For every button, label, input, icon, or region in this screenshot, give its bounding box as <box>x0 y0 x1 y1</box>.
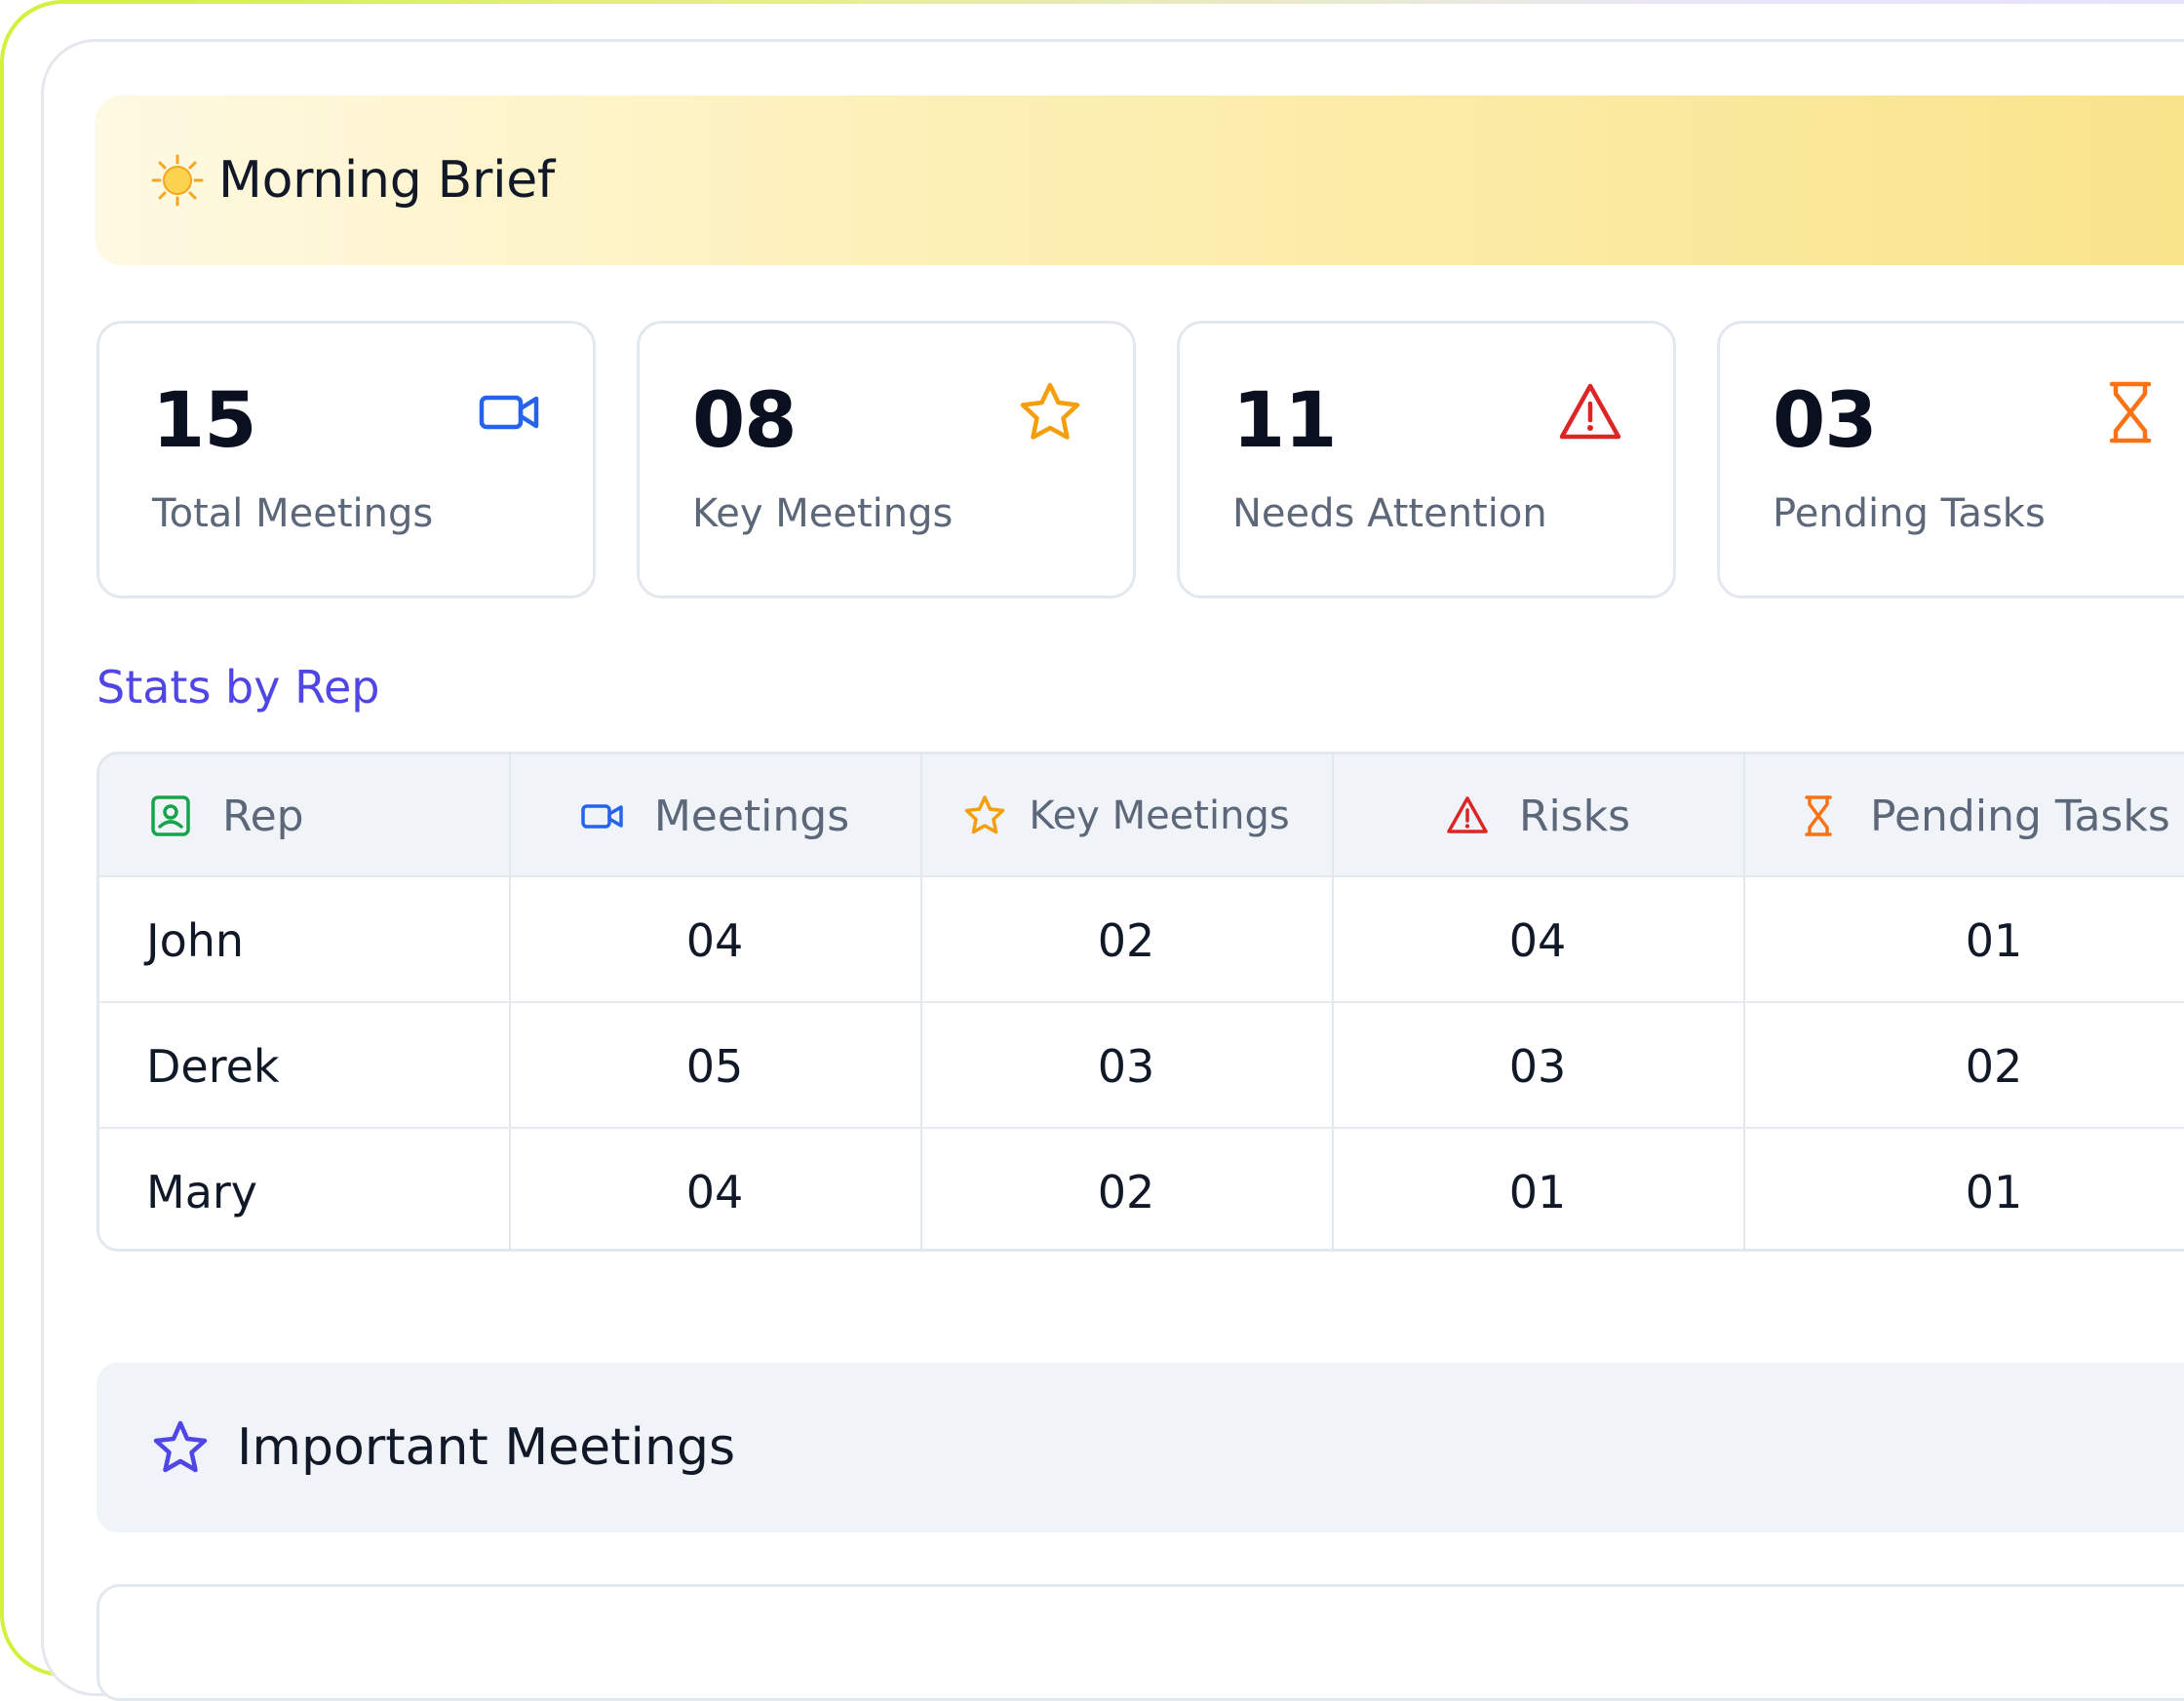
video-camera-icon <box>479 395 539 430</box>
pending-tasks-count: 02 <box>1965 1039 2023 1093</box>
stat-value: 11 <box>1232 377 1338 465</box>
risks-count: 03 <box>1508 1039 1567 1093</box>
key-meetings-count: 03 <box>1097 1039 1155 1093</box>
column-label: Meetings <box>653 791 850 841</box>
warning-triangle-icon <box>1447 796 1488 833</box>
stat-label: Pending Tasks <box>1773 491 2046 536</box>
stat-label: Key Meetings <box>692 491 954 536</box>
warning-triangle-icon <box>1559 383 1621 440</box>
meetings-count: 05 <box>685 1039 744 1093</box>
column-header-key-meetings[interactable]: Key Meetings <box>920 754 1332 877</box>
table-header: Rep Meetings Key Meetings Risks Pending … <box>99 754 2184 877</box>
contact-badge-icon <box>151 795 190 836</box>
rep-name: John <box>146 913 245 967</box>
pending-tasks-count: 01 <box>1965 913 2023 967</box>
meetings-count: 04 <box>685 1165 744 1218</box>
column-header-meetings[interactable]: Meetings <box>509 754 920 877</box>
risks-count: 01 <box>1508 1165 1567 1218</box>
key-meetings-count: 02 <box>1097 1165 1155 1218</box>
hourglass-icon <box>1805 795 1832 836</box>
stat-value: 08 <box>692 377 798 465</box>
sun-icon <box>151 154 204 207</box>
star-icon <box>153 1420 208 1473</box>
column-header-rep[interactable]: Rep <box>99 754 509 877</box>
stat-card-needs-attention[interactable]: 11 Needs Attention <box>1177 321 1676 599</box>
risks-count: 04 <box>1508 913 1567 967</box>
meetings-count: 04 <box>685 913 744 967</box>
important-meetings-header[interactable]: Important Meetings <box>97 1363 2184 1532</box>
stat-value: 03 <box>1773 377 1878 465</box>
star-icon <box>1020 382 1080 440</box>
stat-card-total-meetings[interactable]: 15 Total Meetings <box>97 321 596 599</box>
table-row[interactable]: Mary 04 02 01 01 <box>99 1129 2184 1249</box>
stat-card-key-meetings[interactable]: 08 Key Meetings <box>637 321 1136 599</box>
key-meetings-count: 02 <box>1097 913 1155 967</box>
video-camera-icon <box>581 804 623 829</box>
column-header-pending-tasks[interactable]: Pending Tasks <box>1743 754 2184 877</box>
hourglass-icon <box>2109 381 2152 444</box>
table-body: John 04 02 04 01 Derek 05 03 03 02 Mary … <box>99 877 2184 1249</box>
important-meetings-title: Important Meetings <box>237 1418 736 1477</box>
stats-table: Rep Meetings Key Meetings Risks Pending … <box>97 752 2184 1252</box>
column-label: Pending Tasks <box>1870 791 2170 841</box>
stats-by-rep-heading: Stats by Rep <box>97 661 380 714</box>
rep-name: Mary <box>146 1165 258 1218</box>
column-label: Rep <box>222 791 304 841</box>
rep-name: Derek <box>146 1039 280 1093</box>
stat-card-pending-tasks[interactable]: 03 Pending Tasks <box>1717 321 2184 599</box>
column-header-risks[interactable]: Risks <box>1332 754 1743 877</box>
pending-tasks-count: 01 <box>1965 1165 2023 1218</box>
page-title: Morning Brief <box>218 151 555 210</box>
table-row[interactable]: Derek 05 03 03 02 <box>99 1003 2184 1129</box>
column-label: Risks <box>1518 791 1631 841</box>
stat-value: 15 <box>152 377 257 465</box>
table-row[interactable]: John 04 02 04 01 <box>99 877 2184 1003</box>
column-label: Key Meetings <box>1029 793 1290 838</box>
stat-label: Needs Attention <box>1232 491 1547 536</box>
meeting-card[interactable] <box>97 1584 2184 1701</box>
morning-brief-banner: Morning Brief <box>96 96 2184 265</box>
stat-label: Total Meetings <box>152 491 434 536</box>
star-icon <box>965 795 1005 834</box>
